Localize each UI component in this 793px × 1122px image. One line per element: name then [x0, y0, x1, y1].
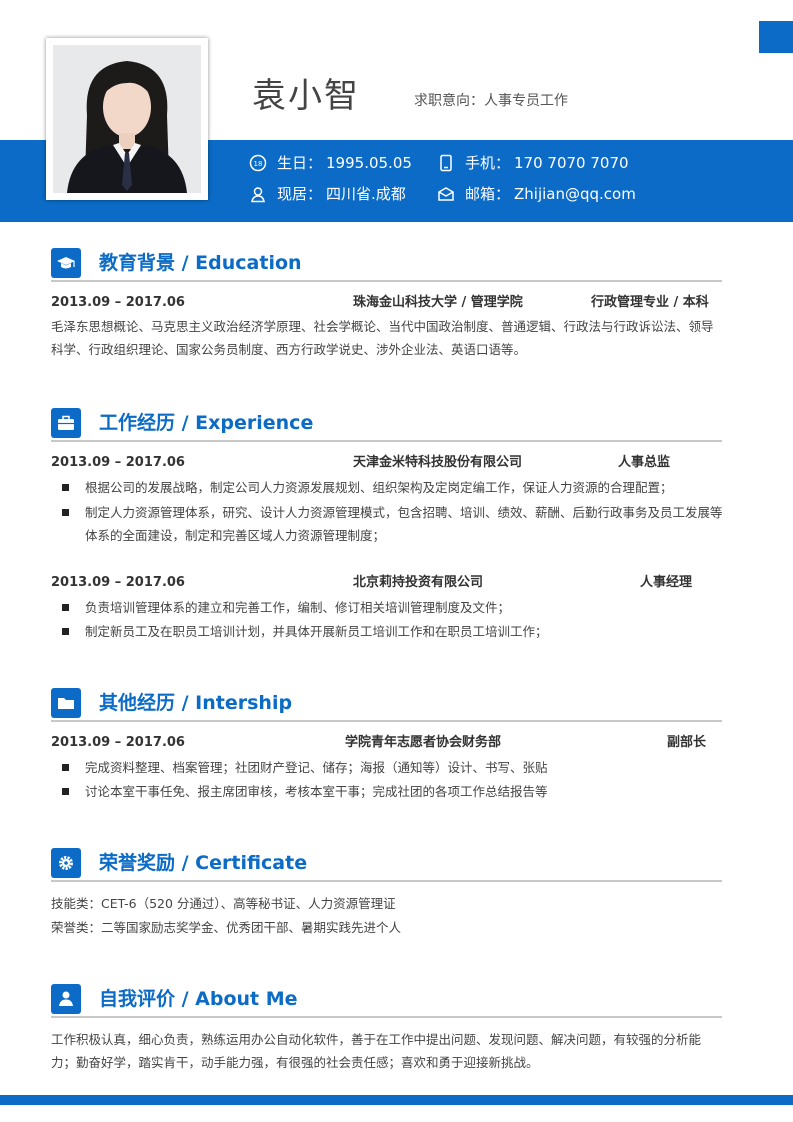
birthday-info: 18 生日： 1995.05.05: [249, 151, 412, 175]
portrait-photo: [53, 45, 201, 193]
bullet-icon: [62, 788, 69, 795]
education-courses: 毛泽东思想概论、马克思主义政治经济学原理、社会学概论、当代中国政治制度、普通逻辑…: [51, 319, 714, 357]
bullet-icon: [62, 484, 69, 491]
bullet-icon: [62, 604, 69, 611]
residence-info: 现居： 四川省.成都: [249, 182, 406, 206]
email-label: 邮箱：: [465, 185, 511, 203]
section-divider: [51, 880, 722, 882]
education-title: 教育背景 / Education: [99, 252, 302, 274]
email-icon: [438, 187, 454, 201]
list-item: 制定新员工及在职员工培训计划，并具体开展新员工培训工作和在职员工培训工作；: [62, 620, 724, 643]
internship-title: 其他经历 / Intership: [99, 692, 293, 714]
certificate-honors: 荣誉类：二等国家励志奖学金、优秀团干部、暑期实践先进个人: [51, 920, 402, 935]
location-icon: [251, 187, 265, 203]
internship-org: 学院青年志愿者协会财务部: [345, 735, 502, 750]
internship-position: 副部长: [667, 735, 707, 750]
internship-section-header: 其他经历 / Intership: [51, 688, 722, 728]
certificate-skills: 技能类：CET-6（520 分通过）、高等秘书证、人力资源管理证: [51, 896, 396, 911]
section-divider: [51, 440, 722, 442]
email-info: 邮箱： Zhijian@qq.com: [437, 182, 636, 206]
list-item: 制定人力资源管理体系，研究、设计人力资源管理模式，包含招聘、培训、绩效、薪酬、后…: [62, 501, 724, 547]
briefcase-icon: [51, 408, 81, 438]
internship-duty: 讨论本室干事任免、报主席团审核，考核本室干事；完成社团的各项工作总结报告等: [85, 784, 548, 799]
job-date: 2013.09 – 2017.06: [51, 455, 185, 470]
job-duty: 负责培训管理体系的建立和完善工作，编制、修订相关培训管理制度及文件；: [85, 600, 511, 615]
about-title: 自我评价 / About Me: [99, 988, 298, 1010]
bullet-icon: [62, 764, 69, 771]
job-duty: 根据公司的发展战略，制定公司人力资源发展规划、组织架构及定岗定编工作，保证人力资…: [85, 480, 673, 495]
experience-section-header: 工作经历 / Experience: [51, 408, 722, 448]
avatar: [46, 38, 208, 200]
list-item: 根据公司的发展战略，制定公司人力资源发展规划、组织架构及定岗定编工作，保证人力资…: [62, 476, 724, 499]
experience-title: 工作经历 / Experience: [99, 412, 314, 434]
residence-value: 四川省.成都: [326, 185, 406, 203]
job-date: 2013.09 – 2017.06: [51, 575, 185, 590]
folder-icon: [51, 688, 81, 718]
education-school: 珠海金山科技大学 / 管理学院: [353, 295, 523, 310]
birthday-icon: 18: [249, 154, 267, 172]
internship-duty: 完成资料整理、档案管理；社团财产登记、储存；海报（通知等）设计、书写、张贴: [85, 760, 548, 775]
internship-date: 2013.09 – 2017.06: [51, 735, 185, 750]
section-divider: [51, 720, 722, 722]
education-major: 行政管理专业 / 本科: [591, 295, 709, 310]
svg-text:18: 18: [254, 160, 263, 168]
bullet-icon: [62, 628, 69, 635]
list-item: 讨论本室干事任免、报主席团审核，考核本室干事；完成社团的各项工作总结报告等: [62, 780, 724, 803]
list-item: 负责培训管理体系的建立和完善工作，编制、修订相关培训管理制度及文件；: [62, 596, 724, 619]
phone-value: 170 7070 7070: [514, 154, 629, 172]
certificate-section-header: 荣誉奖励 / Certificate: [51, 848, 722, 888]
education-date: 2013.09 – 2017.06: [51, 295, 185, 310]
birthday-label: 生日：: [277, 154, 323, 172]
candidate-name: 袁小智: [252, 76, 360, 116]
phone-info: 手机： 170 7070 7070: [437, 151, 629, 175]
gear-icon: [51, 848, 81, 878]
job-row: 2013.09 – 2017.06 天津金米特科技股份有限公司 人事总监: [51, 453, 722, 473]
education-row: 2013.09 – 2017.06 珠海金山科技大学 / 管理学院 行政管理专业…: [51, 293, 722, 313]
residence-label: 现居：: [277, 185, 323, 203]
education-section-header: 教育背景 / Education: [51, 248, 722, 288]
person-icon: [51, 984, 81, 1014]
section-divider: [51, 280, 722, 282]
corner-accent-block: [759, 21, 793, 53]
internship-row: 2013.09 – 2017.06 学院青年志愿者协会财务部 副部长: [51, 733, 722, 753]
job-position: 人事经理: [640, 575, 693, 590]
certificate-title: 荣誉奖励 / Certificate: [99, 852, 308, 874]
job-intent: 求职意向：人事专员工作: [414, 93, 568, 109]
graduation-cap-icon: [51, 248, 81, 278]
phone-icon: [440, 154, 452, 172]
job-duty: 制定新员工及在职员工培训计划，并具体开展新员工培训工作和在职员工培训工作；: [85, 624, 548, 639]
email-value: Zhijian@qq.com: [514, 185, 636, 203]
list-item: 完成资料整理、档案管理；社团财产登记、储存；海报（通知等）设计、书写、张贴: [62, 756, 724, 779]
job-duty: 制定人力资源管理体系，研究、设计人力资源管理模式，包含招聘、培训、绩效、薪酬、后…: [85, 505, 723, 543]
job-company: 北京莉持投资有限公司: [353, 575, 484, 590]
bullet-icon: [62, 509, 69, 516]
about-section-header: 自我评价 / About Me: [51, 984, 722, 1024]
about-text: 工作积极认真，细心负责，熟练运用办公自动化软件，善于在工作中提出问题、发现问题、…: [51, 1032, 702, 1070]
job-row: 2013.09 – 2017.06 北京莉持投资有限公司 人事经理: [51, 573, 722, 593]
job-position: 人事总监: [618, 455, 671, 470]
phone-label: 手机：: [465, 154, 511, 172]
section-divider: [51, 1016, 722, 1018]
birthday-value: 1995.05.05: [326, 154, 412, 172]
footer-band: [0, 1095, 793, 1105]
job-company: 天津金米特科技股份有限公司: [353, 455, 523, 470]
